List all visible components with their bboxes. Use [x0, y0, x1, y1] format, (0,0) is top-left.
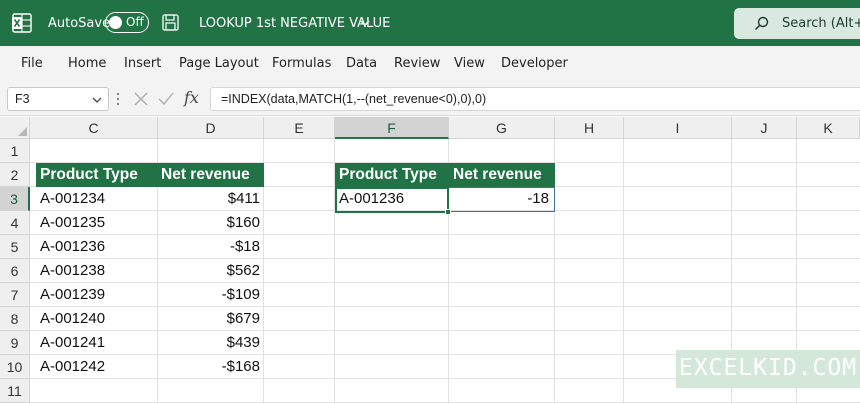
- more-dots-icon: [116, 92, 120, 106]
- row-header-4[interactable]: 4: [0, 211, 30, 235]
- net-revenue-cell[interactable]: $160: [157, 211, 264, 235]
- net-revenue-cell[interactable]: -$18: [157, 235, 264, 259]
- formula-bar: F3 fx =INDEX(data,MATCH(1,--(net_revenue…: [0, 82, 860, 116]
- autosave-state: Off: [126, 15, 144, 29]
- row-header-1[interactable]: 1: [0, 139, 30, 163]
- column-header-f[interactable]: F: [335, 117, 449, 139]
- product-type-cell[interactable]: A-001239: [36, 283, 157, 307]
- product-type-cell[interactable]: A-001235: [36, 211, 157, 235]
- tab-formulas[interactable]: Formulas: [272, 56, 331, 71]
- column-header-i[interactable]: I: [624, 117, 732, 139]
- column-header-g[interactable]: G: [449, 117, 555, 139]
- watermark-text: EXCELKID.COM: [678, 355, 858, 381]
- tab-page-layout[interactable]: Page Layout: [179, 56, 259, 71]
- product-type-cell[interactable]: A-001234: [36, 187, 157, 211]
- product-type-cell[interactable]: A-001242: [36, 355, 157, 379]
- row-header-5[interactable]: 5: [0, 235, 30, 259]
- tab-insert[interactable]: Insert: [124, 56, 161, 71]
- tab-view[interactable]: View: [454, 56, 485, 71]
- select-all-corner[interactable]: [0, 117, 30, 139]
- autosave-toggle[interactable]: Off: [105, 12, 149, 33]
- tab-file[interactable]: File: [21, 56, 43, 71]
- search-placeholder: Search (Alt+Q): [782, 16, 860, 31]
- row-header-10[interactable]: 10: [0, 355, 30, 379]
- name-box-value: F3: [15, 92, 30, 106]
- net-revenue-cell[interactable]: $411: [157, 187, 264, 211]
- ribbon-tabs: File Home Insert Page Layout Formulas Da…: [0, 46, 860, 82]
- row-header-3[interactable]: 3: [0, 187, 30, 211]
- row-header-7[interactable]: 7: [0, 283, 30, 307]
- title-bar: AutoSave Off LOOKUP 1st NEGATIVE VALUE S…: [0, 0, 860, 46]
- source-header-net-revenue[interactable]: Net revenue: [157, 163, 264, 187]
- tab-review[interactable]: Review: [394, 56, 440, 71]
- column-header-h[interactable]: H: [555, 117, 624, 139]
- cancel-icon[interactable]: [134, 92, 148, 106]
- product-type-cell[interactable]: A-001240: [36, 307, 157, 331]
- chevron-down-icon[interactable]: [359, 17, 371, 29]
- row-header-8[interactable]: 8: [0, 307, 30, 331]
- net-revenue-cell[interactable]: -$168: [157, 355, 264, 379]
- enter-check-icon[interactable]: [158, 92, 174, 106]
- row-header-2[interactable]: 2: [0, 163, 30, 187]
- column-header-c[interactable]: C: [30, 117, 158, 139]
- product-type-cell[interactable]: A-001236: [36, 235, 157, 259]
- toggle-knob: [109, 15, 122, 29]
- chevron-down-icon[interactable]: [92, 95, 102, 105]
- search-icon: [754, 16, 769, 31]
- source-header-product-type[interactable]: Product Type: [36, 163, 157, 187]
- insert-function-icon[interactable]: fx: [184, 88, 199, 107]
- tab-developer[interactable]: Developer: [501, 56, 568, 71]
- net-revenue-cell[interactable]: -$109: [157, 283, 264, 307]
- active-cell-selection[interactable]: [335, 187, 451, 215]
- watermark-badge: EXCELKID.COM: [676, 350, 860, 388]
- result-header-net-revenue[interactable]: Net revenue: [449, 163, 555, 187]
- search-box[interactable]: Search (Alt+Q): [734, 8, 860, 39]
- row-header-9[interactable]: 9: [0, 331, 30, 355]
- result-range-border: [449, 187, 555, 212]
- column-header-e[interactable]: E: [264, 117, 335, 139]
- formula-input[interactable]: =INDEX(data,MATCH(1,--(net_revenue<0),0)…: [210, 87, 860, 111]
- formula-text: =INDEX(data,MATCH(1,--(net_revenue<0),0)…: [221, 92, 487, 106]
- tab-data[interactable]: Data: [346, 56, 377, 71]
- fill-handle[interactable]: [445, 209, 451, 215]
- column-header-j[interactable]: J: [732, 117, 797, 139]
- product-type-cell[interactable]: A-001241: [36, 331, 157, 355]
- row-header-11[interactable]: 11: [0, 379, 30, 403]
- autosave-label: AutoSave: [48, 16, 111, 31]
- name-box[interactable]: F3: [7, 87, 109, 111]
- excel-logo-icon: [12, 13, 32, 33]
- save-icon[interactable]: [162, 14, 179, 31]
- product-type-cell[interactable]: A-001238: [36, 259, 157, 283]
- gridline: [623, 139, 624, 403]
- row-header-6[interactable]: 6: [0, 259, 30, 283]
- column-header-d[interactable]: D: [158, 117, 264, 139]
- net-revenue-cell[interactable]: $679: [157, 307, 264, 331]
- result-header-product-type[interactable]: Product Type: [335, 163, 449, 187]
- net-revenue-cell[interactable]: $562: [157, 259, 264, 283]
- net-revenue-cell[interactable]: $439: [157, 331, 264, 355]
- column-header-k[interactable]: K: [797, 117, 860, 139]
- tab-home[interactable]: Home: [68, 56, 106, 71]
